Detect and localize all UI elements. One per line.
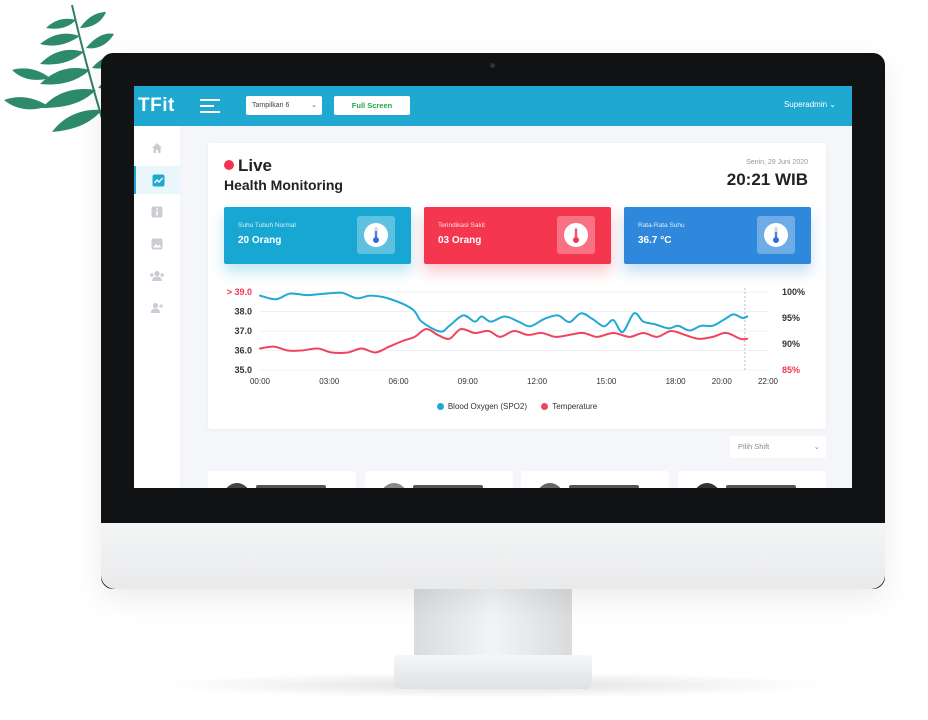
person-card[interactable]: [365, 471, 513, 488]
users-icon: [150, 270, 164, 281]
top-bar: TFit Tampilkan 6 ⌄ Full Screen Superadmi…: [134, 86, 852, 126]
avatar: [381, 483, 407, 488]
stat-label: Rata-Rata Suhu: [638, 222, 685, 229]
display-count-value: Tampilkan 6: [252, 102, 290, 109]
x-tick-label: 20:00: [712, 377, 733, 386]
sidebar-item-groups[interactable]: [134, 262, 180, 290]
shift-select[interactable]: Pilih Shift ⌄: [730, 436, 826, 458]
y-right-tick-label: 100%: [782, 287, 805, 297]
live-indicator-dot: [224, 160, 234, 170]
legend-dot: [541, 403, 549, 410]
legend-label: Blood Oxygen (SPO2): [447, 402, 527, 411]
chevron-down-icon: ⌄: [813, 442, 820, 451]
stat-card-normal-temp[interactable]: Suhu Tubuh Normal 20 Orang: [224, 207, 411, 264]
y-left-tick-label: 36.0: [234, 346, 252, 356]
avatar: [694, 483, 720, 488]
full-screen-button[interactable]: Full Screen: [334, 96, 410, 115]
app-screen: TFit Tampilkan 6 ⌄ Full Screen Superadmi…: [134, 86, 852, 488]
stat-label: Suhu Tubuh Normal: [238, 222, 296, 229]
sidebar-item-home[interactable]: [134, 134, 180, 162]
health-monitoring-card: Live Health Monitoring Senin, 29 Juni 20…: [208, 143, 826, 429]
current-time: 20:21 WIB: [726, 170, 808, 189]
current-date: Senin, 29 Juni 2020: [746, 159, 808, 166]
monitor-chin: [101, 523, 885, 589]
user-menu[interactable]: Superadmin ⌄: [784, 100, 836, 109]
legend-item-temperature[interactable]: Temperature: [541, 402, 597, 411]
hamburger-menu-icon[interactable]: [200, 98, 220, 114]
shift-select-value: Pilih Shift: [738, 442, 770, 451]
live-label: Live: [238, 156, 273, 175]
sidebar-item-info[interactable]: [134, 198, 180, 226]
x-tick-label: 06:00: [389, 377, 410, 386]
x-tick-label: 03:00: [319, 377, 340, 386]
health-chart: > 39.0 38.0 37.0 36.0 35.0 100% 95% 90% 85% 00:00…: [227, 287, 805, 386]
home-icon: [152, 143, 162, 153]
legend-label: Temperature: [552, 402, 598, 411]
chart-icon: [152, 174, 164, 186]
x-tick-label: 18:00: [666, 377, 687, 386]
y-right-tick-label: 85%: [782, 365, 800, 375]
stat-label: Terindikasi Sakit: [438, 222, 485, 229]
stat-card-average-temp[interactable]: Rata-Rata Suhu 36.7 °C: [624, 207, 811, 264]
x-tick-label: 12:00: [527, 377, 548, 386]
sidebar-item-add-user[interactable]: [134, 294, 180, 322]
stat-value: 36.7 °C: [638, 235, 672, 246]
x-tick-label: 00:00: [250, 377, 271, 386]
y-left-tick-label: 38.0: [234, 307, 252, 317]
chart-legend: Blood Oxygen (SPO2) Temperature: [208, 402, 826, 412]
stat-card-sick[interactable]: Terindikasi Sakit 03 Orang: [424, 207, 611, 264]
y-right-tick-label: 90%: [782, 339, 800, 349]
monitor-base: [394, 655, 592, 689]
person-name-placeholder: [413, 485, 483, 488]
series-line-temperature: [259, 327, 749, 354]
stat-value: 20 Orang: [238, 235, 282, 246]
sidebar-item-monitoring[interactable]: [134, 166, 180, 194]
person-card[interactable]: [678, 471, 826, 488]
display-count-select[interactable]: Tampilkan 6 ⌄: [246, 96, 322, 115]
x-tick-label: 09:00: [458, 377, 479, 386]
stat-value: 03 Orang: [438, 235, 482, 246]
avatar: [224, 483, 250, 488]
sidebar-item-gallery[interactable]: [134, 230, 180, 258]
y-left-tick-label: 35.0: [234, 365, 252, 375]
thermometer-icon: [557, 216, 595, 254]
thermometer-icon: [357, 216, 395, 254]
person-card[interactable]: [521, 471, 669, 488]
chevron-down-icon: ⌄: [311, 102, 317, 109]
x-tick-label: 15:00: [596, 377, 617, 386]
y-right-tick-label: 95%: [782, 313, 800, 323]
person-name-placeholder: [569, 485, 639, 488]
person-name-placeholder: [726, 485, 796, 488]
user-add-icon: [150, 302, 164, 313]
avatar: [537, 483, 563, 488]
monitor-stand: [414, 589, 572, 659]
page-title: Health Monitoring: [224, 177, 343, 193]
legend-dot: [436, 403, 444, 410]
camera-icon: [490, 63, 495, 68]
legend-item-spo2[interactable]: Blood Oxygen (SPO2): [436, 402, 527, 411]
person-name-placeholder: [256, 485, 326, 488]
info-icon: [151, 206, 163, 218]
y-left-tick-label: 37.0: [234, 326, 252, 336]
app-logo[interactable]: TFit: [138, 95, 175, 117]
image-icon: [151, 238, 163, 250]
thermometer-icon: [757, 216, 795, 254]
series-line-blood-oxygen-spo2: [259, 291, 749, 334]
sidebar: [134, 126, 180, 488]
person-card[interactable]: [208, 471, 356, 488]
y-left-tick-label: > 39.0: [227, 287, 252, 297]
x-tick-label: 22:00: [758, 377, 779, 386]
